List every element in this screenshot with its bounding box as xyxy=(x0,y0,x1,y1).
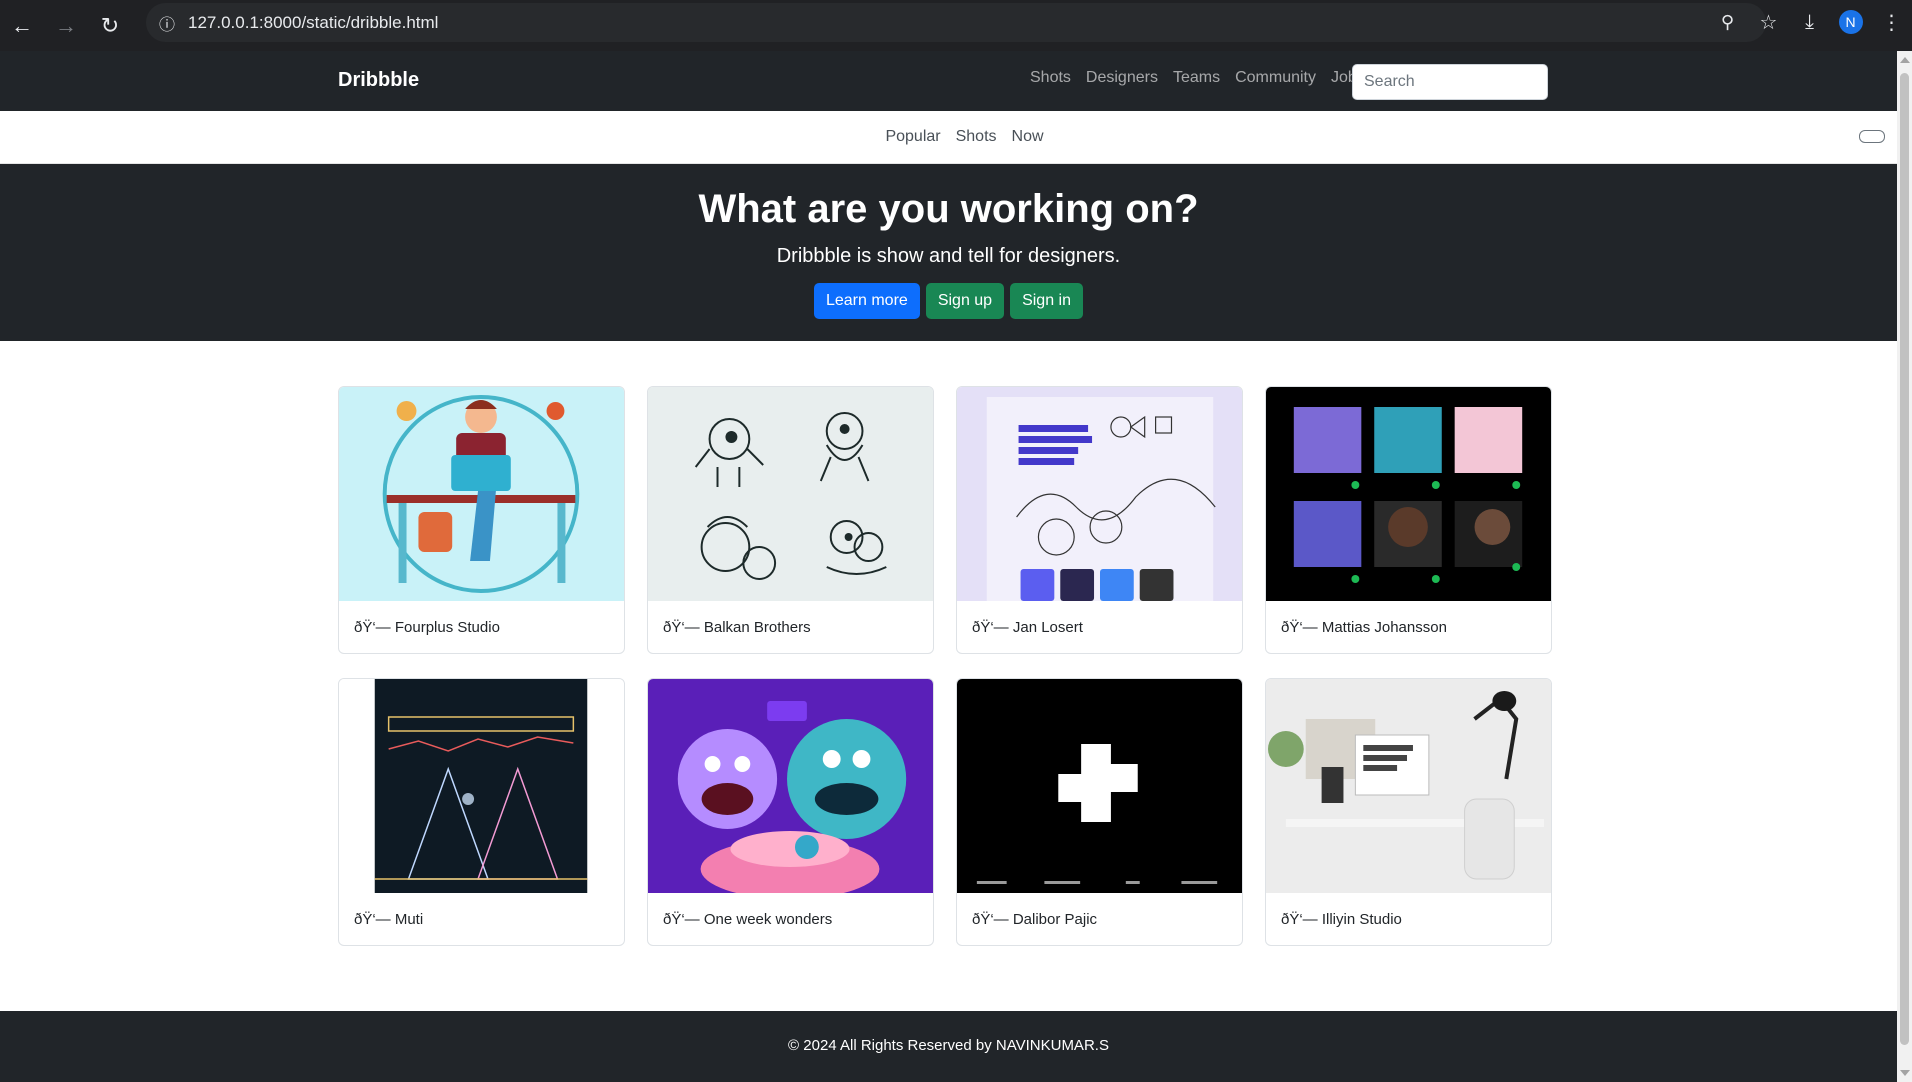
shot-card[interactable]: ðŸ‘— Muti xyxy=(338,678,625,946)
shot-image-studio-desk[interactable] xyxy=(1266,679,1551,893)
learn-more-button[interactable]: Learn more xyxy=(813,283,920,319)
forward-icon[interactable]: → xyxy=(44,4,88,48)
shot-author: ðŸ‘— Jan Losert xyxy=(972,619,1083,636)
nav-link-community[interactable]: Community xyxy=(1235,69,1316,87)
profile-avatar[interactable]: N xyxy=(1830,0,1871,44)
nav-link-teams[interactable]: Teams xyxy=(1173,69,1220,87)
subnav-link-shots[interactable]: Shots xyxy=(956,128,997,146)
shot-author: ðŸ‘— Dalibor Pajic xyxy=(972,911,1098,928)
hero-subtitle: Dribbble is show and tell for designers. xyxy=(776,245,1121,267)
shot-image-cartoon-man[interactable] xyxy=(339,387,624,601)
page-footer: © 2024 All Rights Reserved by NAVINKUMAR… xyxy=(0,1011,1897,1082)
shot-author: ðŸ‘— Fourplus Studio xyxy=(354,619,500,636)
search-input[interactable] xyxy=(1352,64,1548,100)
shot-image-music-cards[interactable] xyxy=(1266,387,1551,601)
site-info-icon[interactable]: ⓘ xyxy=(146,11,188,35)
shot-image-neon-mountains[interactable] xyxy=(339,679,624,893)
sign-in-button[interactable]: Sign in xyxy=(1010,283,1083,319)
bookmark-star-icon[interactable]: ☆ xyxy=(1748,0,1789,44)
menu-kebab-icon[interactable]: ⋮ xyxy=(1871,0,1912,44)
download-icon[interactable]: ⤓ xyxy=(1789,0,1830,44)
shot-image-monster-cake[interactable] xyxy=(648,679,933,893)
shot-image-cross-logo[interactable] xyxy=(957,679,1242,893)
scroll-down-arrow-icon[interactable] xyxy=(1900,1070,1910,1076)
main-navbar: Dribbble Shots Designers Teams Community… xyxy=(0,51,1897,111)
shot-author: ðŸ‘— Muti xyxy=(354,911,424,928)
shot-image-ink-sketches[interactable] xyxy=(648,387,933,601)
page-viewport: Dribbble Shots Designers Teams Community… xyxy=(0,51,1897,1082)
shot-author: ðŸ‘— Illiyin Studio xyxy=(1281,911,1402,928)
reload-icon[interactable]: ↻ xyxy=(88,4,132,48)
hero-title: What are you working on? xyxy=(698,187,1199,231)
scroll-up-arrow-icon[interactable] xyxy=(1900,57,1910,63)
copyright-text: © 2024 All Rights Reserved by NAVINKUMAR… xyxy=(788,1037,1109,1054)
nav-link-shots[interactable]: Shots xyxy=(1030,69,1071,87)
address-bar[interactable]: ⓘ 127.0.0.1:8000/static/dribble.html xyxy=(146,3,1766,42)
shot-card[interactable]: ðŸ‘— Dalibor Pajic xyxy=(956,678,1243,946)
page-scrollbar[interactable] xyxy=(1897,51,1912,1082)
shot-author: ðŸ‘— One week wonders xyxy=(663,911,833,928)
shot-card[interactable]: ðŸ‘— Fourplus Studio xyxy=(338,386,625,654)
shot-card[interactable]: ðŸ‘— Jan Losert xyxy=(956,386,1243,654)
nav-links: Shots Designers Teams Community Jobs xyxy=(1030,69,1365,87)
nav-link-designers[interactable]: Designers xyxy=(1086,69,1158,87)
url-text: 127.0.0.1:8000/static/dribble.html xyxy=(188,12,439,32)
shot-card[interactable]: ðŸ‘— Mattias Johansson xyxy=(1265,386,1552,654)
sub-navbar: Popular Shots Now xyxy=(0,111,1897,164)
subnav-link-now[interactable]: Now xyxy=(1012,128,1044,146)
shot-author: ðŸ‘— Mattias Johansson xyxy=(1281,619,1447,636)
zoom-icon[interactable]: ⚲ xyxy=(1707,0,1748,44)
shot-image-meta-landing[interactable] xyxy=(957,387,1242,601)
shot-card[interactable]: ðŸ‘— Balkan Brothers xyxy=(647,386,934,654)
shot-author: ðŸ‘— Balkan Brothers xyxy=(663,619,811,636)
hero-section: What are you working on? Dribbble is sho… xyxy=(0,164,1897,341)
back-icon[interactable]: ← xyxy=(0,4,44,48)
brand-logo[interactable]: Dribbble xyxy=(338,69,419,92)
shot-card[interactable]: ðŸ‘— One week wonders xyxy=(647,678,934,946)
navbar-toggler-button[interactable] xyxy=(1859,130,1885,143)
shots-gallery: ðŸ‘— Fourplus Studio ðŸ‘— Balkan Brother… xyxy=(338,386,1553,946)
shot-card[interactable]: ðŸ‘— Illiyin Studio xyxy=(1265,678,1552,946)
browser-toolbar: ← → ↻ ⓘ 127.0.0.1:8000/static/dribble.ht… xyxy=(0,0,1912,51)
sign-up-button[interactable]: Sign up xyxy=(925,283,1005,319)
scrollbar-thumb[interactable] xyxy=(1900,73,1909,1045)
subnav-link-popular[interactable]: Popular xyxy=(885,128,940,146)
